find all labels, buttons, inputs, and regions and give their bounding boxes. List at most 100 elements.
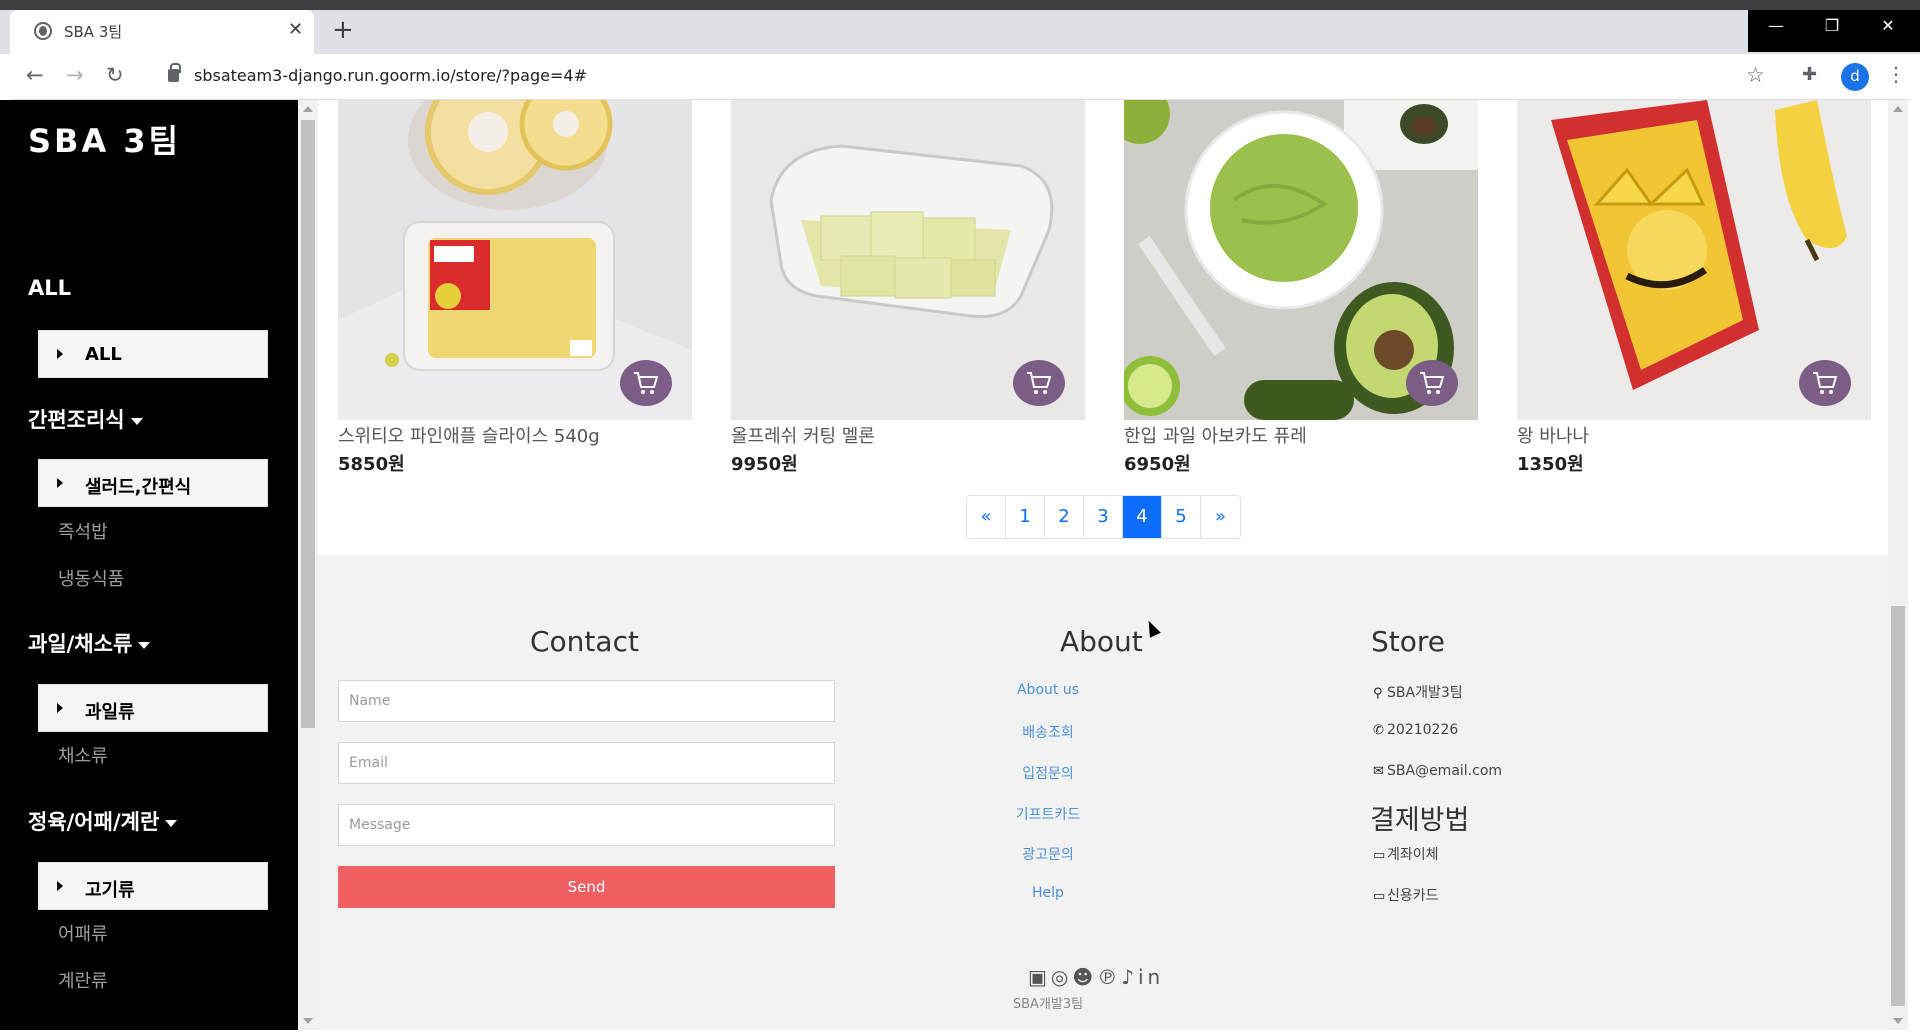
forward-icon[interactable]: → — [66, 63, 84, 87]
add-to-cart-button[interactable] — [620, 360, 672, 406]
url-bar[interactable]: sbsateam3-django.run.goorm.io/store/?pag… — [150, 59, 1790, 93]
page-prev[interactable]: « — [967, 496, 1006, 538]
payment-credit-card: ▭ 신용카드 — [1373, 888, 1439, 904]
add-to-cart-button[interactable] — [1013, 360, 1065, 406]
product-price: 6950원 — [1124, 454, 1191, 475]
main-scroll-thumb[interactable] — [1891, 606, 1905, 1006]
store-title: Store — [1371, 625, 1446, 658]
brand-logo[interactable]: SBA 3팀 — [28, 116, 181, 162]
payment-title: 결제방법 — [1370, 805, 1470, 836]
linkedin-icon[interactable]: in — [1138, 965, 1164, 989]
viewport: SBA 3팀 ALL ALL 간편조리식 샐러드,간편식 즉석밥 냉동식품 과일… — [0, 100, 1920, 1030]
product-name[interactable]: 스위티오 파인애플 슬라이스 540g — [338, 422, 600, 448]
twitter-icon[interactable]: ♪ — [1121, 965, 1138, 989]
plus-icon[interactable]: + — [332, 15, 354, 45]
product-price: 9950원 — [731, 454, 798, 475]
sidebar-scrollbar[interactable] — [298, 100, 318, 1030]
window-controls: — ❐ ✕ — [1748, 10, 1920, 52]
browser-tab[interactable]: SBA 3팀 ✕ — [10, 10, 314, 54]
page-2[interactable]: 2 — [1045, 496, 1084, 538]
product-image[interactable] — [1517, 100, 1871, 420]
cart-icon — [1420, 372, 1445, 394]
scroll-up-icon[interactable] — [303, 106, 313, 112]
sub-link-eggs[interactable]: 계란류 — [58, 967, 108, 993]
category-button-salad[interactable]: 샐러드,간편식 — [38, 459, 268, 507]
scroll-down-icon[interactable] — [1893, 1018, 1903, 1024]
payment-bank-transfer: ▭ 계좌이체 — [1373, 847, 1439, 863]
sub-link-frozen[interactable]: 냉동식품 — [58, 565, 124, 591]
category-button-all[interactable]: ALL — [38, 330, 268, 378]
copyright: SBA개발3팀 — [1012, 997, 1084, 1012]
page-5[interactable]: 5 — [1162, 496, 1201, 538]
extensions-icon[interactable]: ✚ — [1802, 64, 1817, 85]
main-content: 스위티오 파인애플 슬라이스 540g 5850원 올프레쉬 커팅 멜론 995… — [318, 100, 1888, 1030]
email-field[interactable]: Email — [338, 742, 835, 784]
name-field[interactable]: Name — [338, 680, 835, 722]
message-field[interactable]: Message — [338, 804, 835, 846]
add-to-cart-button[interactable] — [1406, 360, 1458, 406]
url-text[interactable]: sbsateam3-django.run.goorm.io/store/?pag… — [194, 66, 587, 85]
category-heading-meat[interactable]: 정육/어패/계란 — [28, 806, 178, 836]
product-image[interactable] — [731, 100, 1085, 420]
product-name[interactable]: 한입 과일 아보카도 퓨레 — [1124, 422, 1307, 448]
window-close-icon[interactable]: ✕ — [1860, 16, 1916, 35]
card-icon: ▭ — [1373, 889, 1386, 904]
lock-icon[interactable] — [168, 63, 181, 82]
cart-icon — [1813, 372, 1838, 394]
caret-down-icon — [130, 417, 143, 425]
product-image[interactable] — [1124, 100, 1478, 420]
delivery-tracking-link[interactable]: 배송조회 — [978, 722, 1118, 742]
instagram-icon[interactable]: ◎ — [1051, 965, 1072, 989]
page-next[interactable]: » — [1201, 496, 1240, 538]
sub-link-seafood[interactable]: 어패류 — [58, 920, 108, 946]
pinterest-icon[interactable]: ℗ — [1097, 965, 1121, 989]
add-to-cart-button[interactable] — [1799, 360, 1851, 406]
window-frame — [0, 0, 1920, 10]
star-icon[interactable]: ☆ — [1746, 63, 1765, 87]
category-button-meat[interactable]: 고기류 — [38, 862, 268, 910]
store-email: ✉ SBA@email.com — [1373, 763, 1503, 779]
card-icon: ▭ — [1373, 848, 1386, 863]
page-3[interactable]: 3 — [1084, 496, 1123, 538]
page: SBA 3팀 ✕ + — ❐ ✕ ← → ↻ sbsateam3-django.… — [0, 0, 1920, 1036]
triangle-icon — [57, 478, 63, 488]
sidebar-scroll-thumb[interactable] — [301, 120, 315, 728]
profile-avatar[interactable]: d — [1841, 63, 1869, 91]
scroll-down-icon[interactable] — [303, 1018, 313, 1024]
menu-icon[interactable]: ⋮ — [1886, 62, 1906, 86]
category-heading-convenience[interactable]: 간편조리식 — [28, 404, 143, 434]
minimize-icon[interactable]: — — [1748, 16, 1804, 35]
main-scrollbar[interactable] — [1888, 100, 1908, 1030]
sub-link-vegetables[interactable]: 채소류 — [58, 742, 108, 768]
category-heading-fruit-veg[interactable]: 과일/채소류 — [28, 628, 151, 658]
about-us-link[interactable]: About us — [978, 682, 1118, 698]
restore-icon[interactable]: ❐ — [1804, 16, 1860, 35]
product-price: 5850원 — [338, 454, 405, 475]
caret-down-icon — [138, 641, 151, 649]
page-1[interactable]: 1 — [1006, 496, 1045, 538]
product-name[interactable]: 올프레쉬 커팅 멜론 — [731, 422, 875, 448]
facebook-icon[interactable]: ▣ — [1028, 965, 1051, 989]
send-button[interactable]: Send — [338, 866, 835, 908]
triangle-icon — [57, 349, 63, 359]
back-icon[interactable]: ← — [26, 63, 44, 87]
page-4[interactable]: 4 — [1123, 496, 1162, 538]
scroll-up-icon[interactable] — [1893, 106, 1903, 112]
ad-inquiry-link[interactable]: 광고문의 — [978, 844, 1118, 864]
category-heading-all[interactable]: ALL — [28, 276, 71, 300]
product-name[interactable]: 왕 바나나 — [1517, 422, 1589, 448]
triangle-icon — [57, 703, 63, 713]
address-bar: ← → ↻ sbsateam3-django.run.goorm.io/stor… — [10, 54, 1910, 100]
close-icon[interactable]: ✕ — [288, 19, 303, 40]
snapchat-icon[interactable]: ☻ — [1072, 965, 1097, 989]
vendor-inquiry-link[interactable]: 입점문의 — [978, 763, 1118, 783]
about-title: About — [1060, 625, 1143, 658]
help-link[interactable]: Help — [978, 885, 1118, 901]
category-button-fruit[interactable]: 과일류 — [38, 684, 268, 732]
gift-card-link[interactable]: 기프트카드 — [978, 804, 1118, 824]
reload-icon[interactable]: ↻ — [106, 63, 124, 87]
store-address: ⚲ SBA개발3팀 — [1373, 685, 1463, 701]
product-image[interactable] — [338, 100, 692, 420]
tab-title: SBA 3팀 — [64, 23, 123, 41]
sub-link-instant-rice[interactable]: 즉석밥 — [58, 518, 108, 544]
